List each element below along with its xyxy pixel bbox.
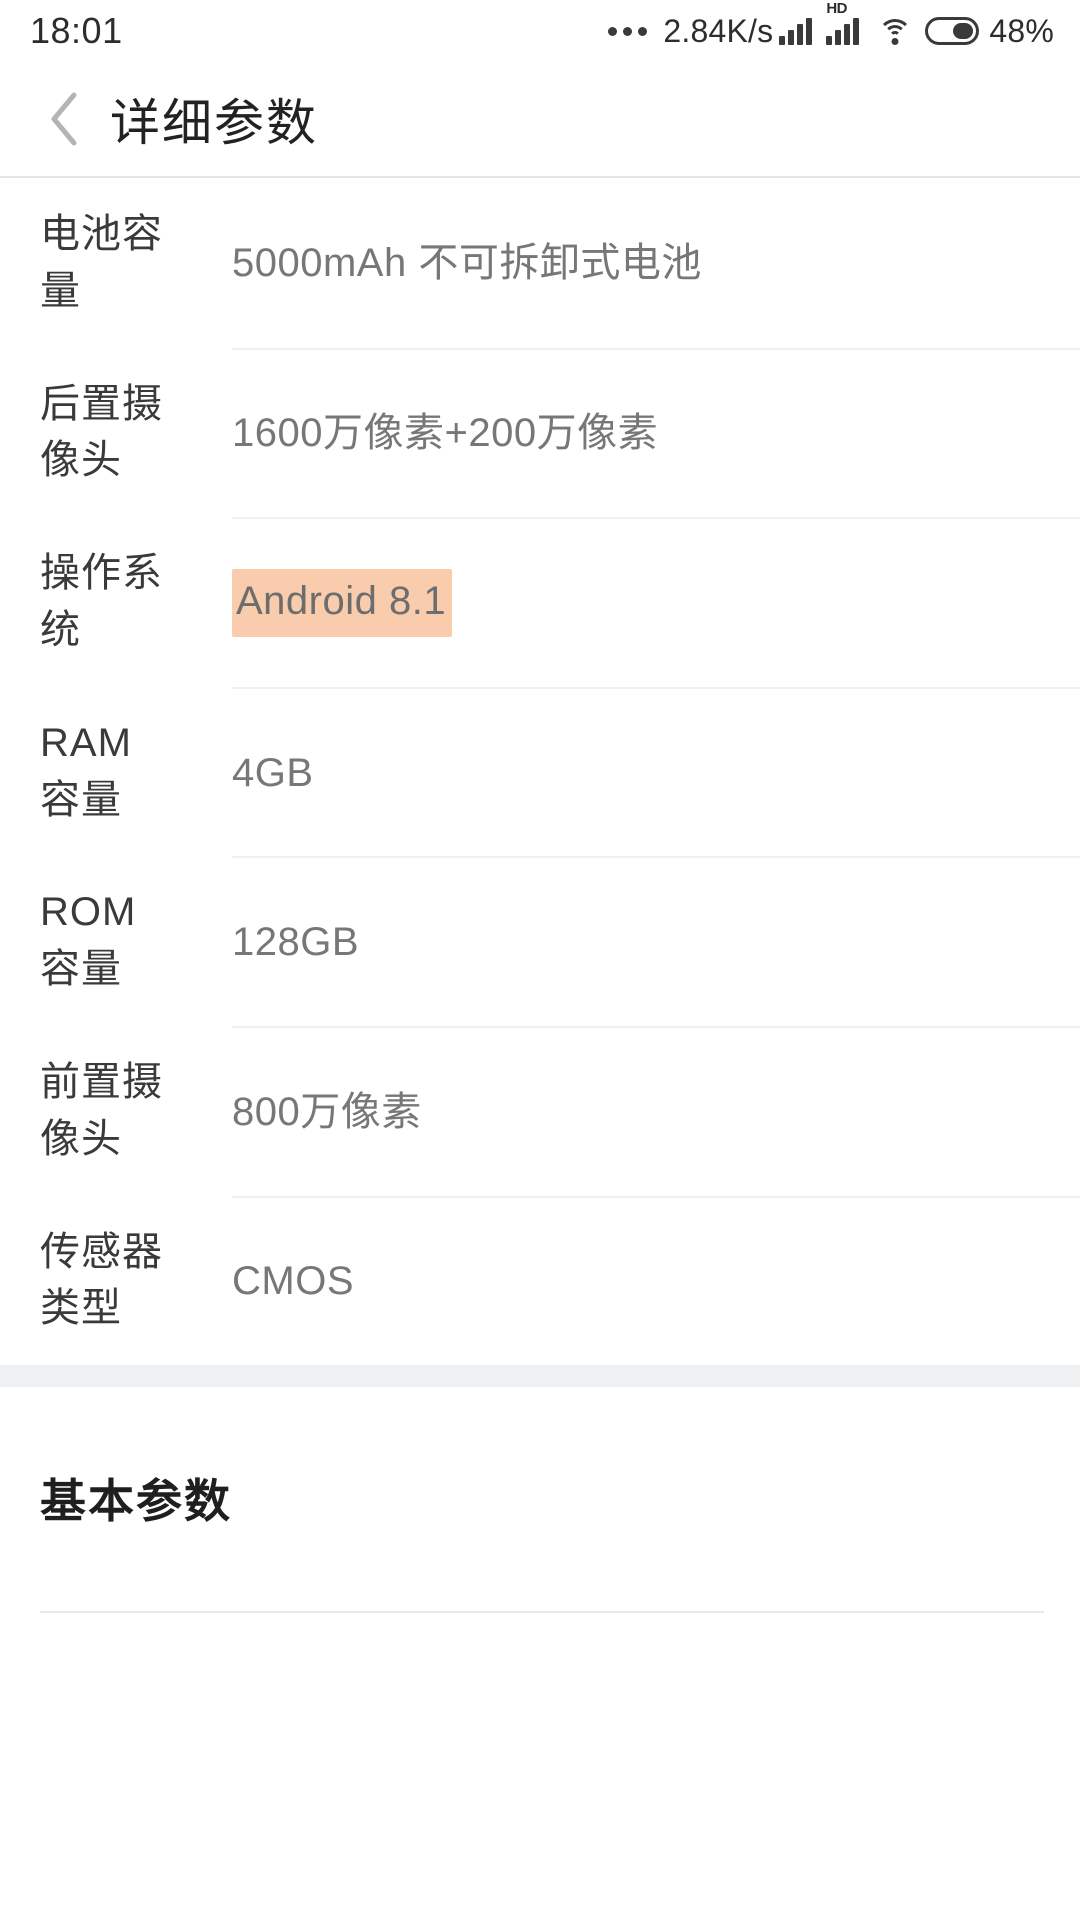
spec-value: 4GB [232, 750, 314, 795]
battery-percent-text: 48% [989, 12, 1054, 49]
spec-label-line: RAM [40, 720, 132, 765]
spec-label-line: ROM [40, 890, 137, 935]
spec-value-cell: 5000mAh 不可拆卸式电池 [232, 178, 1080, 348]
basic-params-section: 基本参数 [0, 1387, 1080, 1614]
spec-list: 电池容量 5000mAh 不可拆卸式电池 后置摄 像头 1600万像素+200万像素 操作… [0, 178, 1080, 1366]
status-icons-group: 2.84K/s HD 48% [608, 1, 1054, 50]
spec-label-line: 容量 [40, 947, 122, 992]
spec-row: 电池容量 5000mAh 不可拆卸式电池 [0, 178, 1080, 348]
app-bar: 详细参数 [0, 62, 1080, 178]
spec-label-line: 类型 [40, 1286, 122, 1331]
hd-label: HD [826, 0, 848, 17]
spec-value-cell: 800万像素 [232, 1025, 1080, 1196]
spec-row: 操作系统 Android 8.1 [0, 517, 1080, 687]
status-time: 18:01 [30, 10, 123, 51]
spec-label-line: 像头 [40, 438, 122, 483]
spec-value: 800万像素 [232, 1089, 422, 1134]
spec-label-line: 量 [40, 268, 81, 313]
page-title: 详细参数 [110, 95, 318, 151]
spec-label-line: 前置摄 [40, 1059, 163, 1104]
spec-label: 电池容量 [0, 178, 232, 348]
spec-row: 传感器 类型 CMOS [0, 1195, 1080, 1366]
spec-label-line: 操作系 [40, 551, 163, 596]
signal-bars-icon [779, 17, 813, 45]
battery-icon [925, 17, 980, 45]
spec-value: 128GB [232, 920, 360, 965]
spec-label-line: 传感器 [40, 1229, 163, 1274]
more-dots-icon [608, 26, 648, 36]
spec-row: RAM 容量 4GB [0, 686, 1080, 857]
hd-signal-icon: HD [826, 1, 860, 45]
spec-value-cell: 128GB [232, 856, 1080, 1026]
spec-label: 操作系统 [0, 517, 232, 687]
spec-value-cell: 1600万像素+200万像素 [232, 347, 1080, 518]
spec-value: 5000mAh 不可拆卸式电池 [232, 240, 702, 285]
section-heading: 基本参数 [40, 1475, 232, 1528]
status-bar: 18:01 2.84K/s HD 48% [0, 0, 1080, 62]
section-divider [40, 1611, 1044, 1614]
spec-label-line: 像头 [40, 1116, 122, 1161]
spec-label: 传感器 类型 [0, 1196, 232, 1366]
spec-label-line: 容量 [40, 777, 122, 822]
spec-label-line: 电池容 [40, 212, 163, 256]
spec-label: RAM 容量 [0, 687, 232, 857]
spec-row: 后置摄 像头 1600万像素+200万像素 [0, 347, 1080, 518]
section-separator-band [0, 1365, 1080, 1388]
spec-value-cell: CMOS [232, 1195, 1080, 1366]
spec-value-cell: 4GB [232, 686, 1080, 857]
spec-value-cell: Android 8.1 [232, 517, 1080, 687]
spec-label: 后置摄 像头 [0, 348, 232, 518]
spec-label-line: 统 [40, 607, 81, 652]
spec-row: 前置摄 像头 800万像素 [0, 1025, 1080, 1196]
spec-row: ROM 容量 128GB [0, 856, 1080, 1026]
spec-label: ROM 容量 [0, 856, 232, 1026]
back-chevron-icon[interactable] [28, 83, 100, 155]
wifi-icon [877, 17, 913, 45]
spec-value: CMOS [232, 1259, 354, 1304]
spec-value: 1600万像素+200万像素 [232, 411, 659, 456]
network-speed-text: 2.84K/s [663, 12, 774, 49]
spec-value-highlighted: Android 8.1 [232, 568, 453, 637]
spec-label: 前置摄 像头 [0, 1026, 232, 1196]
spec-label-line: 后置摄 [40, 381, 163, 426]
